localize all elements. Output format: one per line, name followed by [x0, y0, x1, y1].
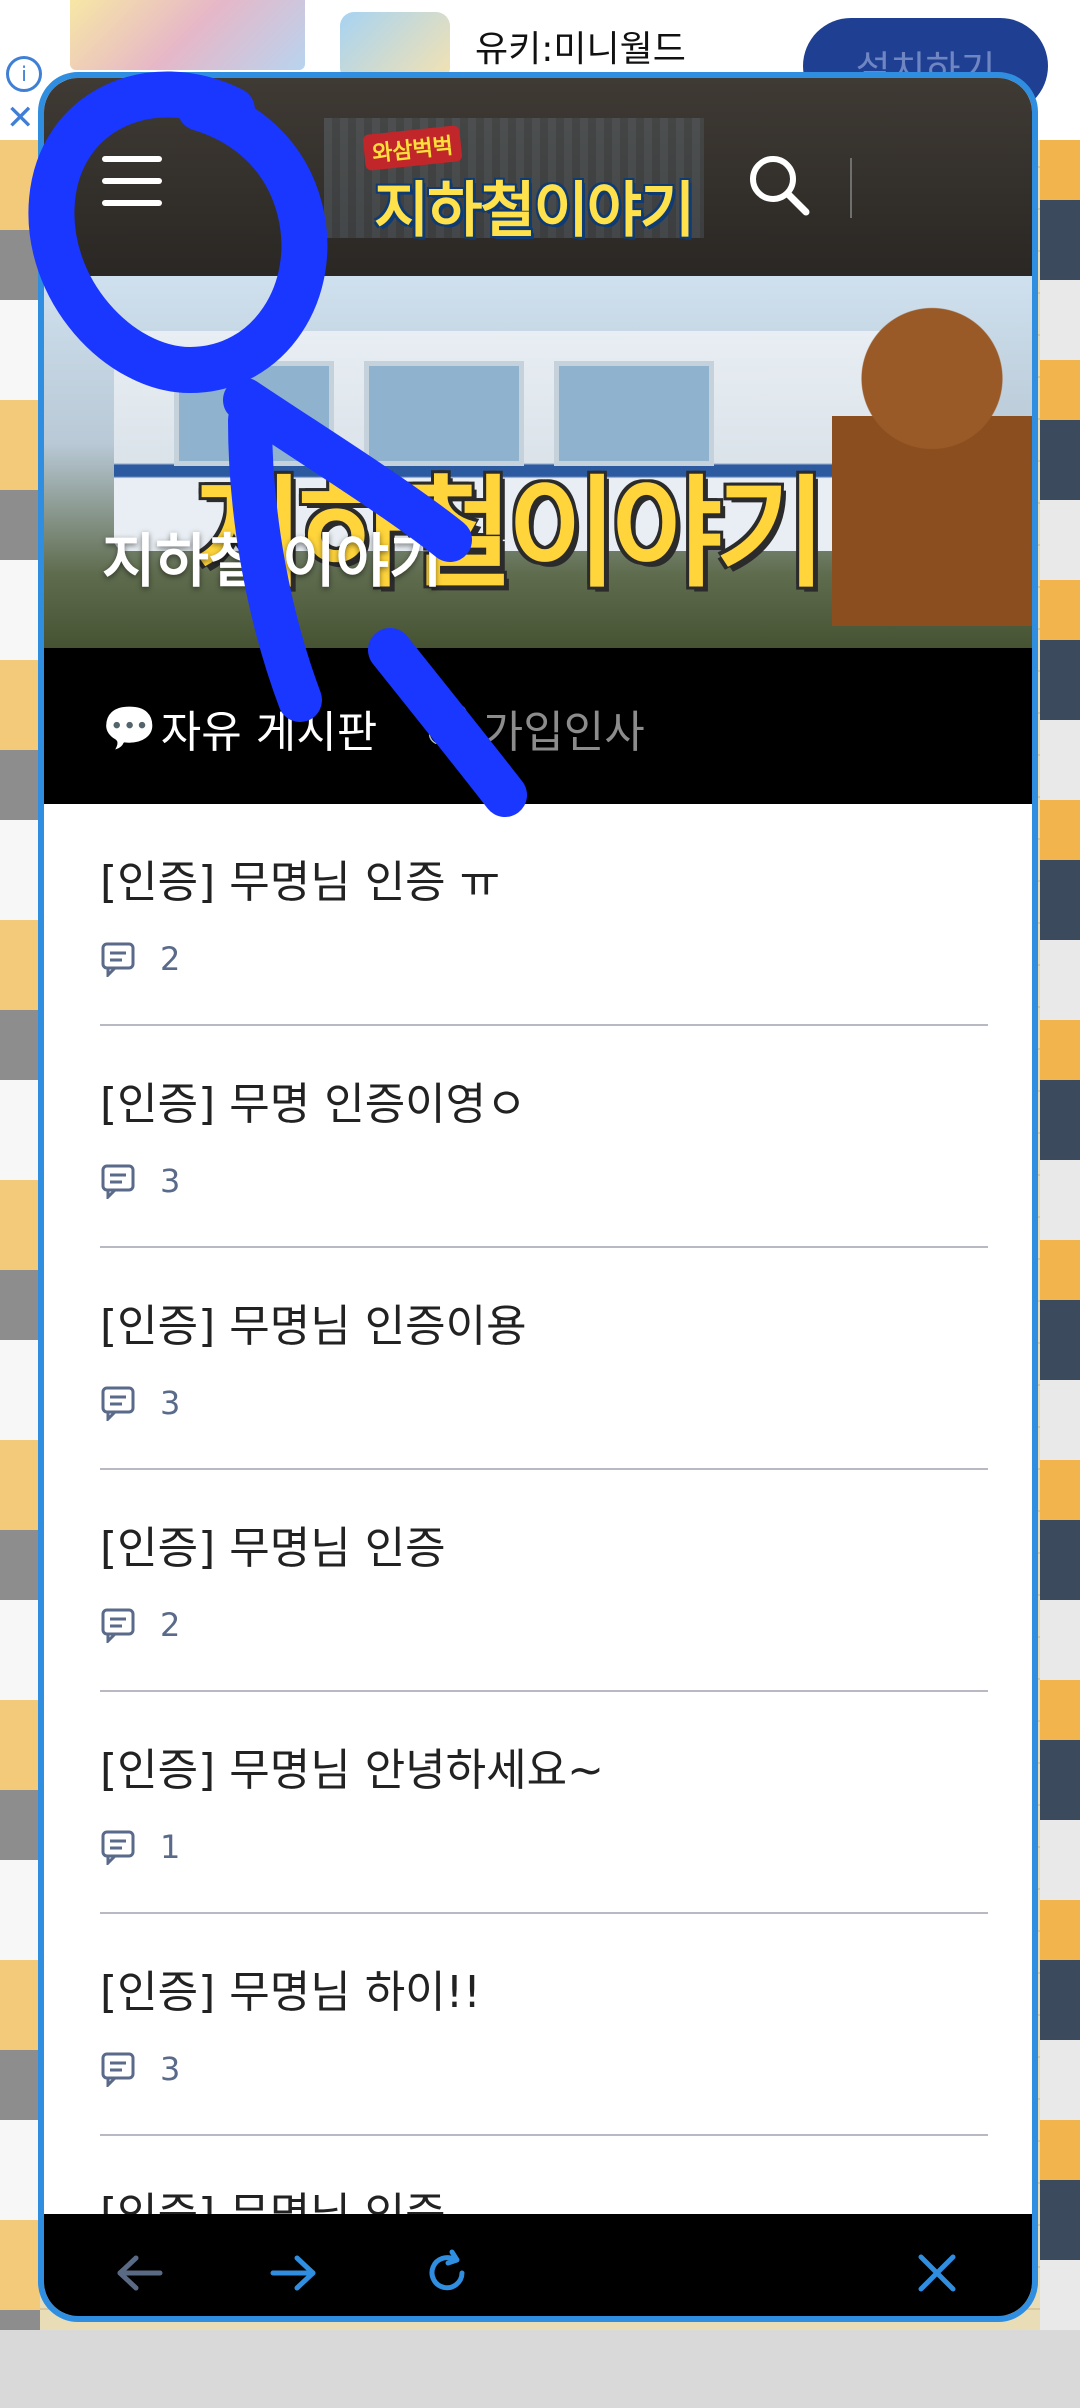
post-meta: 2	[100, 1606, 180, 1644]
cafe-header: 와삼벅벅 지하철이야기	[44, 78, 1032, 276]
comment-count: 2	[160, 940, 181, 978]
post-title: [인증] 무명님 하이!!	[100, 1967, 481, 2018]
ad-title[interactable]: 유키:미니월드	[475, 20, 686, 72]
arrow-left-icon[interactable]	[104, 2238, 174, 2308]
comment-icon	[101, 2052, 135, 2087]
tab-join-greeting[interactable]: 👋 가입인사	[424, 696, 645, 760]
background-bottom	[0, 2330, 1080, 2408]
close-icon[interactable]: ✕	[6, 98, 35, 138]
header-divider	[850, 158, 852, 218]
comment-count: 3	[160, 1384, 181, 1422]
background-left-strip	[0, 140, 40, 2400]
post-item[interactable]: [인증] 무명님 인증	[100, 2136, 988, 2214]
post-title: [인증] 무명 인증이영ㅇ	[100, 1079, 527, 1130]
cafe-logo[interactable]: 와삼벅벅 지하철이야기	[362, 125, 704, 246]
comment-icon	[101, 942, 135, 977]
refresh-icon[interactable]	[412, 2238, 482, 2308]
arrow-right-icon[interactable]	[259, 2238, 329, 2308]
ad-image[interactable]	[70, 0, 305, 70]
comment-count: 3	[160, 1162, 181, 1200]
tab-label: 가입인사	[482, 707, 645, 758]
post-item[interactable]: [인증] 무명님 인증 2	[100, 1470, 988, 1692]
post-title: [인증] 무명님 인증	[100, 2178, 446, 2214]
board-tabs: 💬 자유 게시판 👋 가입인사	[44, 648, 1032, 804]
post-item[interactable]: [인증] 무명님 인증이용 3	[100, 1248, 988, 1470]
post-meta: 3	[100, 1384, 180, 1422]
post-item[interactable]: [인증] 무명 인증이영ㅇ 3	[100, 1026, 988, 1248]
comment-count: 1	[160, 1828, 181, 1866]
browser-bottom-nav	[44, 2214, 1032, 2316]
close-icon[interactable]	[902, 2238, 972, 2308]
comment-count: 3	[160, 2050, 181, 2088]
post-meta: 2	[100, 940, 180, 978]
comment-icon	[101, 1164, 135, 1199]
post-item[interactable]: [인증] 무명님 안녕하세요~ 1	[100, 1692, 988, 1914]
info-icon[interactable]: i	[6, 56, 42, 92]
background-right-strip	[1040, 140, 1080, 2400]
post-title: [인증] 무명님 인증 ㅠ	[100, 857, 501, 908]
comment-icon	[101, 1386, 135, 1421]
logo-title: 지하철이야기	[374, 176, 695, 246]
hamburger-menu-icon[interactable]	[102, 156, 162, 208]
post-list[interactable]: [인증] 무명님 인증 ㅠ 2 [인증] 무명 인증이영ㅇ 3 [인증] 무명님…	[44, 804, 1032, 2214]
post-meta: 3	[100, 2050, 180, 2088]
post-meta: 1	[100, 1828, 180, 1866]
post-item[interactable]: [인증] 무명님 하이!! 3	[100, 1914, 988, 2136]
post-title: [인증] 무명님 안녕하세요~	[100, 1745, 604, 1796]
cafe-name: 지하철 이야기	[102, 527, 443, 595]
popup-browser-window: 와삼벅벅 지하철이야기 지하철이야기 지하철 이야기 💬 자유 게시판 👋 가입…	[38, 72, 1038, 2322]
speech-bubble-icon: 💬	[102, 703, 157, 754]
post-title: [인증] 무명님 인증	[100, 1523, 446, 1574]
comment-icon	[101, 1608, 135, 1643]
comment-icon	[101, 1830, 135, 1865]
banner-bear-art	[832, 296, 1032, 626]
comment-count: 2	[160, 1606, 181, 1644]
tab-free-board[interactable]: 💬 자유 게시판	[102, 696, 377, 760]
tab-label: 자유 게시판	[160, 707, 378, 758]
post-title: [인증] 무명님 인증이용	[100, 1301, 527, 1352]
post-meta: 3	[100, 1162, 180, 1200]
waving-hand-icon: 👋	[424, 703, 479, 754]
post-item[interactable]: [인증] 무명님 인증 ㅠ 2	[100, 804, 988, 1026]
cafe-banner: 지하철이야기 지하철 이야기	[44, 276, 1032, 648]
search-icon[interactable]	[744, 150, 814, 220]
